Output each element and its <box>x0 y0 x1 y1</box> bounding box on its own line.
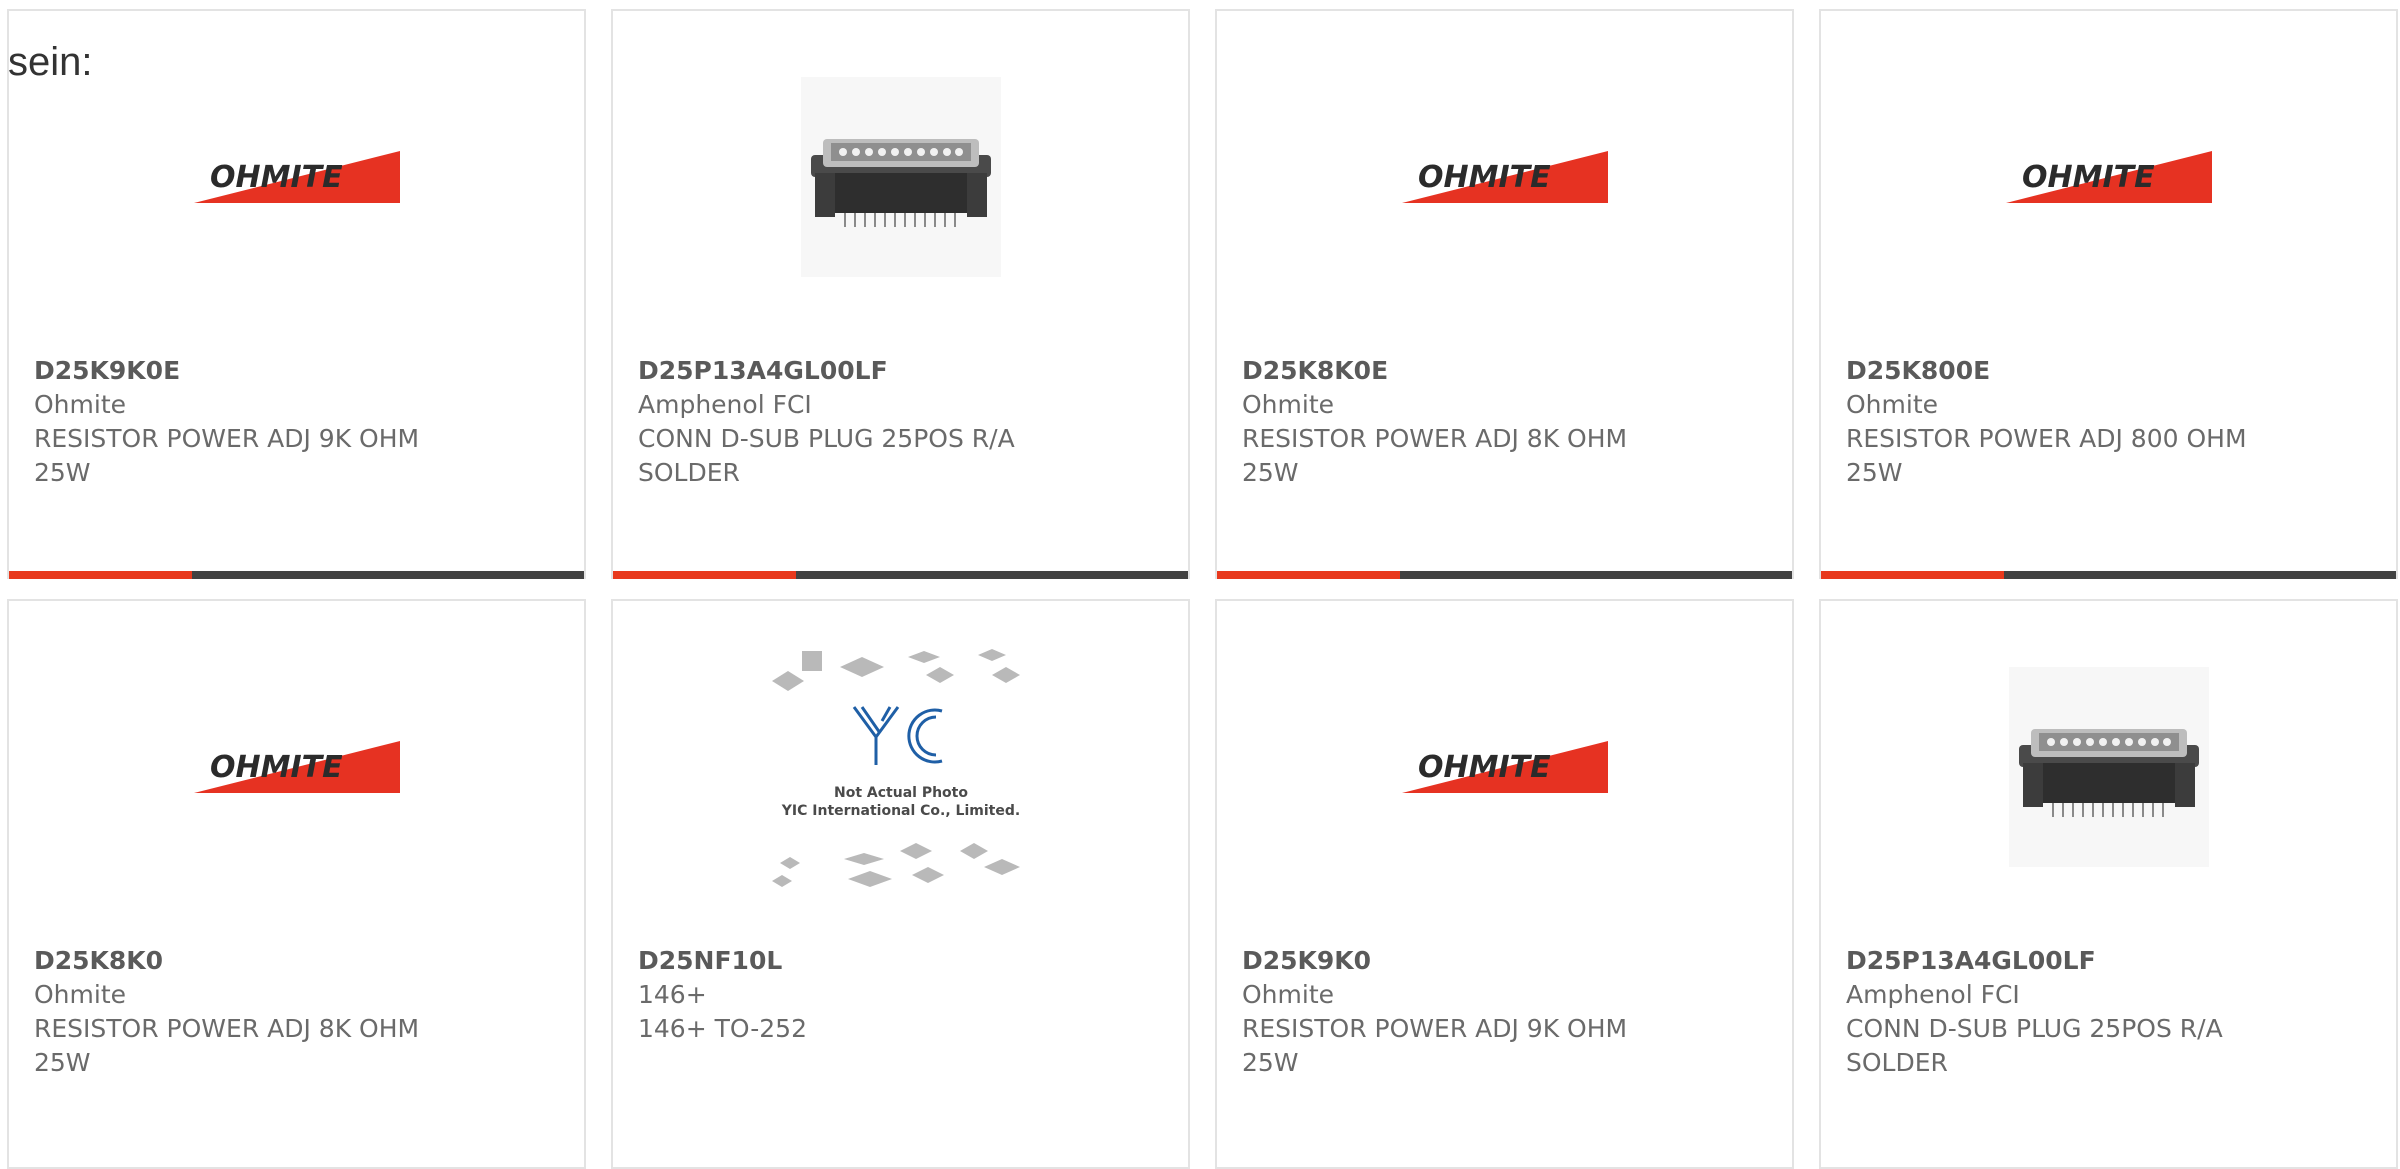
manufacturer: 146+ <box>638 980 707 1009</box>
svg-text:OHMITE: OHMITE <box>2022 160 2155 195</box>
card-bar <box>1821 571 2396 579</box>
description-cont: 25W <box>1242 1048 1299 1077</box>
product-card[interactable]: OHMITE D25K8K0E Ohmite RESISTOR POWER AD… <box>1215 9 1794 579</box>
part-number[interactable]: D25P13A4GL00LF <box>1846 944 2376 978</box>
product-card[interactable]: OHMITE D25K9K0E Ohmite RESISTOR POWER AD… <box>7 9 586 579</box>
description: CONN D-SUB PLUG 25POS R/A <box>638 424 1015 453</box>
product-image[interactable] <box>613 57 1188 297</box>
description-cont: 25W <box>1242 458 1299 487</box>
description: RESISTOR POWER ADJ 800 OHM <box>1846 424 2247 453</box>
product-info: D25K9K0 Ohmite RESISTOR POWER ADJ 9K OHM… <box>1242 944 1772 1080</box>
ohmite-logo-icon: OHMITE <box>193 151 400 203</box>
description-cont: 25W <box>34 1048 91 1077</box>
not-actual-photo-icon: Not Actual Photo YIC International Co., … <box>771 649 1020 887</box>
lead-text: sein: <box>8 40 93 84</box>
description-cont: 25W <box>34 458 91 487</box>
product-card[interactable]: Not Actual Photo YIC International Co., … <box>611 599 1190 1169</box>
card-bar-accent <box>613 571 796 579</box>
product-image[interactable]: Not Actual Photo YIC International Co., … <box>613 647 1188 887</box>
ohmite-logo-icon: OHMITE <box>2005 151 2212 203</box>
svg-text:OHMITE: OHMITE <box>1418 750 1551 785</box>
description: RESISTOR POWER ADJ 8K OHM <box>34 1014 420 1043</box>
manufacturer: Ohmite <box>1242 980 1335 1009</box>
part-number[interactable]: D25K9K0 <box>1242 944 1772 978</box>
product-card[interactable]: OHMITE D25K800E Ohmite RESISTOR POWER AD… <box>1819 9 2398 579</box>
product-grid: OHMITE D25K9K0E Ohmite RESISTOR POWER AD… <box>0 0 2400 1169</box>
description: RESISTOR POWER ADJ 8K OHM <box>1242 424 1628 453</box>
part-number[interactable]: D25K8K0 <box>34 944 564 978</box>
product-card[interactable]: OHMITE D25K8K0 Ohmite RESISTOR POWER ADJ… <box>7 599 586 1169</box>
ohmite-logo-icon: OHMITE <box>193 741 400 793</box>
manufacturer: Ohmite <box>1242 390 1335 419</box>
product-card[interactable]: OHMITE D25K9K0 Ohmite RESISTOR POWER ADJ… <box>1215 599 1794 1169</box>
product-image[interactable]: OHMITE <box>9 647 584 887</box>
card-bar <box>613 571 1188 579</box>
manufacturer: Amphenol FCI <box>638 390 812 419</box>
description: RESISTOR POWER ADJ 9K OHM <box>34 424 420 453</box>
product-info: D25P13A4GL00LF Amphenol FCI CONN D-SUB P… <box>638 354 1168 490</box>
svg-text:OHMITE: OHMITE <box>1418 160 1551 195</box>
card-bar-accent <box>9 571 192 579</box>
card-bar-accent <box>1821 571 2004 579</box>
svg-text:OHMITE: OHMITE <box>210 160 343 195</box>
svg-text:Not Actual Photo: Not Actual Photo <box>834 785 968 801</box>
description: RESISTOR POWER ADJ 9K OHM <box>1242 1014 1628 1043</box>
manufacturer: Amphenol FCI <box>1846 980 2020 1009</box>
product-card[interactable]: D25P13A4GL00LF Amphenol FCI CONN D-SUB P… <box>1819 599 2398 1169</box>
ohmite-logo-icon: OHMITE <box>1401 741 1608 793</box>
product-image[interactable] <box>1821 647 2396 887</box>
part-number[interactable]: D25K9K0E <box>34 354 564 388</box>
dsub-connector-icon <box>800 77 1001 277</box>
description: 146+ TO-252 <box>638 1014 807 1043</box>
product-image[interactable]: OHMITE <box>1217 647 1792 887</box>
svg-text:YIC International Co., Limited: YIC International Co., Limited. <box>780 803 1019 819</box>
svg-text:OHMITE: OHMITE <box>210 750 343 785</box>
manufacturer: Ohmite <box>34 980 127 1009</box>
card-bar-accent <box>1217 571 1400 579</box>
product-card[interactable]: D25P13A4GL00LF Amphenol FCI CONN D-SUB P… <box>611 9 1190 579</box>
product-info: D25K8K0E Ohmite RESISTOR POWER ADJ 8K OH… <box>1242 354 1772 490</box>
ohmite-logo-icon: OHMITE <box>1401 151 1608 203</box>
product-image[interactable]: OHMITE <box>1821 57 2396 297</box>
product-image[interactable]: OHMITE <box>9 57 584 297</box>
product-info: D25NF10L 146+ 146+ TO-252 <box>638 944 1168 1046</box>
description-cont: 25W <box>1846 458 1903 487</box>
manufacturer: Ohmite <box>34 390 127 419</box>
part-number[interactable]: D25K8K0E <box>1242 354 1772 388</box>
card-bar <box>9 571 584 579</box>
description: CONN D-SUB PLUG 25POS R/A <box>1846 1014 2223 1043</box>
description-cont: SOLDER <box>638 458 740 487</box>
product-info: D25K9K0E Ohmite RESISTOR POWER ADJ 9K OH… <box>34 354 564 490</box>
product-info: D25P13A4GL00LF Amphenol FCI CONN D-SUB P… <box>1846 944 2376 1080</box>
product-image[interactable]: OHMITE <box>1217 57 1792 297</box>
product-info: D25K800E Ohmite RESISTOR POWER ADJ 800 O… <box>1846 354 2376 490</box>
part-number[interactable]: D25K800E <box>1846 354 2376 388</box>
product-info: D25K8K0 Ohmite RESISTOR POWER ADJ 8K OHM… <box>34 944 564 1080</box>
description-cont: SOLDER <box>1846 1048 1948 1077</box>
dsub-connector-icon <box>2008 667 2209 867</box>
manufacturer: Ohmite <box>1846 390 1939 419</box>
card-bar <box>1217 571 1792 579</box>
part-number[interactable]: D25P13A4GL00LF <box>638 354 1168 388</box>
part-number[interactable]: D25NF10L <box>638 944 1168 978</box>
